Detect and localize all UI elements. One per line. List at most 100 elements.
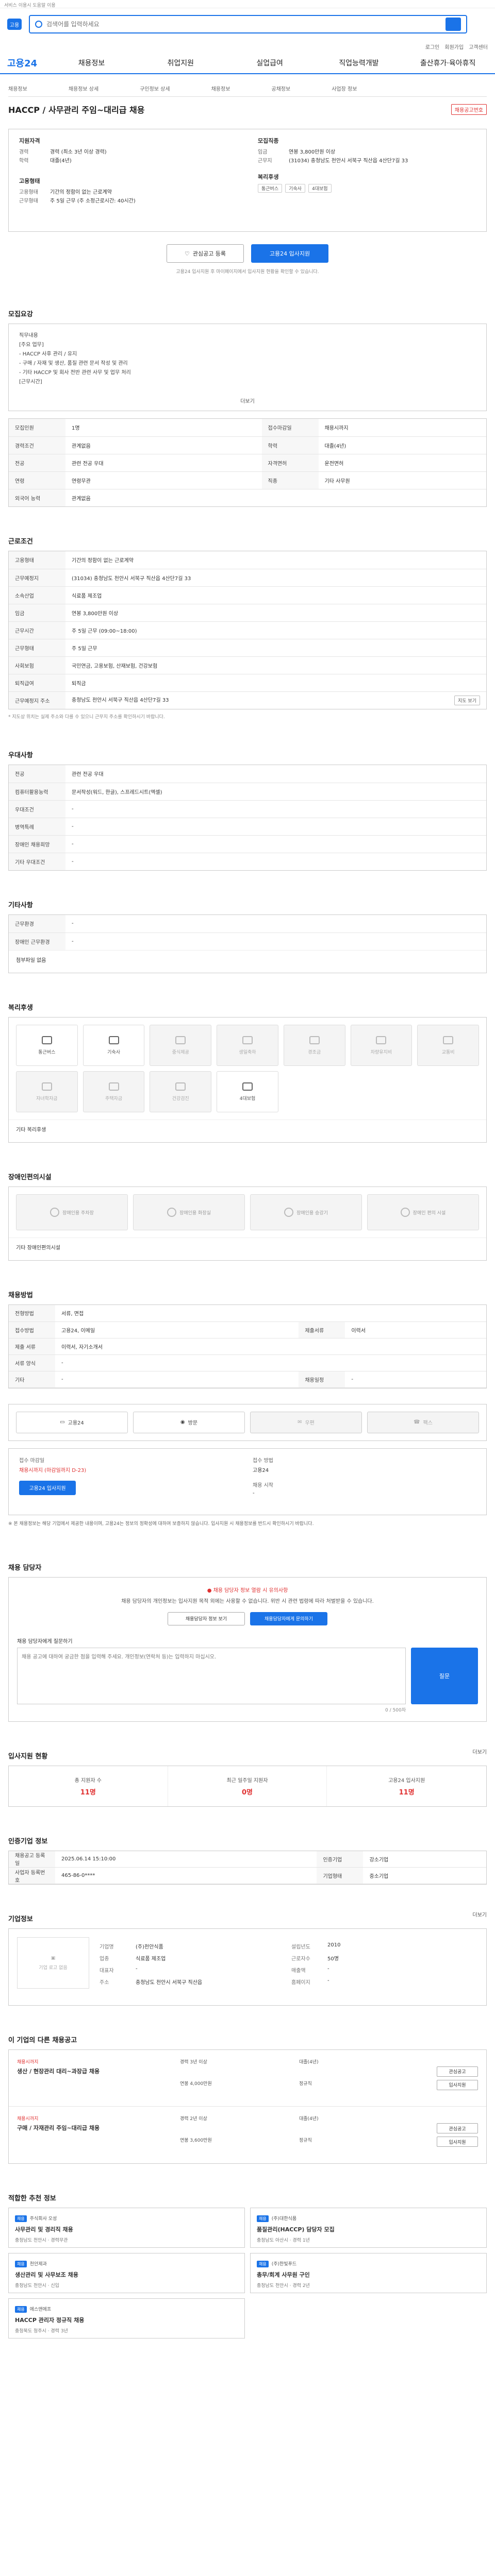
- gnb-item-training[interactable]: 직업능력개발: [319, 58, 399, 68]
- table-value: -: [55, 1371, 299, 1388]
- apply-button-bottom[interactable]: 고용24 입사지원: [19, 1480, 76, 1495]
- parking-icon: [50, 1208, 60, 1217]
- summary-value: 연봉 3,800만원 이상: [289, 149, 336, 155]
- rec-title[interactable]: 사무관리 및 경리직 채용: [15, 2225, 238, 2233]
- apply-info-box: 접수 마감일 채용시까지 (마감일까지 D-23) 고용24 입사지원 접수 방…: [8, 1448, 487, 1515]
- stats-more-link[interactable]: 더보기: [472, 1748, 487, 1755]
- search-submit-button[interactable]: [446, 18, 461, 31]
- stats-box: 총 지원자 수 11명 최근 일주일 지원자 0명 고용24 입사지원 11명: [8, 1765, 487, 1807]
- help-link[interactable]: 고객센터: [469, 43, 488, 50]
- stat-label: 총 지원자 수: [74, 1777, 102, 1784]
- recommend-card[interactable]: 채용 에스앤에프 HACCP 관리자 정규직 채용 충청북도 청주시 · 경력 3년: [8, 2298, 245, 2338]
- company-value: 식료품 제조업: [136, 1956, 166, 1962]
- table-value: -: [65, 915, 486, 933]
- map-button[interactable]: 지도 보기: [454, 695, 480, 705]
- breadcrumb-item[interactable]: 채용정보: [8, 84, 27, 92]
- gnb-item-support[interactable]: 취업지원: [141, 58, 221, 68]
- rec-tag: 채용: [257, 2261, 269, 2267]
- recommend-card[interactable]: 채용 주식회사 오성 사무관리 및 경리직 채용 충청남도 천안시 · 경력무관: [8, 2208, 245, 2248]
- table-key: 근무시간: [9, 621, 65, 639]
- contact-manager-button[interactable]: 채용담당자에게 문의하기: [250, 1612, 327, 1625]
- table-key: 근무예정지: [9, 569, 65, 587]
- stat-value: 11명: [399, 1788, 415, 1797]
- interest-button[interactable]: ♡ 관심공고 등록: [167, 244, 244, 263]
- summary-key: 근무지: [258, 158, 272, 164]
- qa-description: 채용 담당자의 개인정보는 입사지원 목적 외에는 사용할 수 없습니다. 위반…: [121, 1598, 374, 1604]
- deadline-value: 채용시까지 (마감일까지 D-23): [19, 1467, 87, 1473]
- rec-title[interactable]: 생산관리 및 사무보조 채용: [15, 2270, 238, 2279]
- welfare-label: 건강검진: [172, 1096, 189, 1101]
- disability-item: 장애인용 화장실: [133, 1194, 245, 1230]
- more-button[interactable]: 더보기: [9, 397, 486, 406]
- table-key: 접수마감일: [261, 419, 319, 437]
- send-question-button[interactable]: 질문: [411, 1647, 478, 1704]
- company-value: -: [327, 1978, 329, 1984]
- address-text: 충청남도 천안시 서북구 직산읍 4산단7길 33: [72, 697, 169, 703]
- rec-meta: 충청남도 천안시 · 경력무관: [15, 2238, 68, 2243]
- welfare-icon: [41, 1036, 52, 1044]
- rec-company: 천안제과: [29, 2262, 47, 2267]
- welfare-label: 4대보험: [239, 1096, 256, 1101]
- desc-line: - HACCP 사후 관리 / 유지: [19, 351, 77, 357]
- table-key: 우대조건: [9, 800, 65, 818]
- breadcrumb-item[interactable]: 채용정보 상세: [69, 84, 98, 92]
- pref-table: 전공 관련 전공 우대 컴퓨터활용능력 문서작성(워드, 한글), 스프레드시트(엑…: [8, 765, 487, 871]
- login-link[interactable]: 로그인: [425, 43, 440, 50]
- breadcrumb-item[interactable]: 구인정보 상세: [140, 84, 170, 92]
- job-title-link[interactable]: 생산 / 현장관리 대리~과장급 채용: [17, 2067, 172, 2075]
- notice-bar: 서비스 이용시 도움말 이용: [0, 0, 495, 8]
- rec-company: (주)한빛푸드: [271, 2262, 297, 2267]
- table-row: 채용공고 등록일 2025.06.14 15:10:00 인증기업 강소기업: [9, 1851, 486, 1868]
- restroom-icon: [167, 1208, 177, 1217]
- apply-method-visit[interactable]: ◉ 방문: [133, 1411, 245, 1433]
- list-item[interactable]: 채용시까지 생산 / 현장관리 대리~과장급 채용 경력 3년 이상 대졸(4년) 연…: [9, 2050, 486, 2107]
- table-value: 충청남도 천안시 서북구 직산읍 4산단7길 33 지도 보기: [65, 691, 486, 709]
- table-row: 근무환경 -: [9, 915, 486, 933]
- view-manager-button[interactable]: 채용담당자 정보 보기: [168, 1612, 245, 1625]
- apply-small-button[interactable]: 입사지원: [437, 2137, 478, 2147]
- job-title-link[interactable]: 구매 / 자재관리 주임~대리급 채용: [17, 2124, 172, 2132]
- apply-method-online[interactable]: ▭ 고용24: [16, 1411, 128, 1433]
- table-row: 근무시간 주 5일 근무 (09:00~18:00): [9, 621, 486, 639]
- section-title-recommend: 적합한 추천 정보: [8, 2195, 56, 2202]
- recommend-card[interactable]: 채용 (주)대한식품 품질관리(HACCP) 담당자 모집 충청남도 아산시 · 경력…: [250, 2208, 487, 2248]
- table-key: 전공: [9, 454, 65, 472]
- table-value: 465-86-0****: [55, 1867, 317, 1884]
- breadcrumb-item[interactable]: 사업장 정보: [332, 84, 357, 92]
- gnb-logo[interactable]: 고용24: [7, 56, 37, 70]
- rec-title[interactable]: HACCP 관리자 정규직 채용: [15, 2316, 238, 2324]
- welfare-box: 통근버스 기숙사 중식제공 생일축하 경조금 차량유지비 교통비 자녀학자금 주택자금 건강검진 4…: [8, 1017, 487, 1143]
- welfare-icon: [242, 1082, 253, 1091]
- search-input[interactable]: [46, 21, 446, 28]
- breadcrumb-item[interactable]: 채용정보: [211, 84, 230, 92]
- rec-title[interactable]: 품질관리(HACCP) 담당자 모집: [257, 2225, 480, 2233]
- table-value: 대졸(4년): [318, 436, 486, 454]
- gnb-item-benefit[interactable]: 실업급여: [230, 58, 310, 68]
- table-key: 기타: [9, 1371, 55, 1388]
- period-label: 접수 방법: [253, 1458, 273, 1464]
- apply-method-mail: ✉ 우편: [250, 1411, 362, 1433]
- section-title-welfare: 복리후생: [8, 1004, 33, 1012]
- breadcrumb-item[interactable]: 공채정보: [271, 84, 290, 92]
- question-textarea[interactable]: [17, 1647, 406, 1704]
- search-icon: [35, 21, 42, 28]
- interest-small-button[interactable]: 관심공고: [437, 2066, 478, 2077]
- company-more-link[interactable]: 더보기: [472, 1910, 487, 1918]
- site-logo[interactable]: 고용: [7, 19, 22, 30]
- rec-tag: 채용: [15, 2261, 27, 2267]
- list-item[interactable]: 채용시까지 구매 / 자재관리 주임~대리급 채용 경력 2년 이상 대졸(4년) 연…: [9, 2107, 486, 2163]
- join-link[interactable]: 회원가입: [444, 43, 464, 50]
- recommend-card[interactable]: 채용 (주)한빛푸드 총무/회계 사무원 구인 충청남도 천안시 · 경력 2년: [250, 2253, 487, 2293]
- apply-small-button[interactable]: 입사지원: [437, 2079, 478, 2090]
- gnb-item-jobs[interactable]: 채용정보: [52, 58, 131, 68]
- table-key: 퇴직급여: [9, 674, 65, 692]
- gnb-item-leave[interactable]: 출산휴가·육아휴직: [408, 58, 488, 68]
- rec-title[interactable]: 총무/회계 사무원 구인: [257, 2270, 480, 2279]
- welfare-icon: [175, 1082, 186, 1091]
- apply-button[interactable]: 고용24 입사지원: [251, 244, 328, 263]
- qa-warning: ● 채용 담당자 정보 열람 시 유의사항: [17, 1586, 478, 1594]
- interest-small-button[interactable]: 관심공고: [437, 2123, 478, 2133]
- wheelchair-icon: [400, 1208, 410, 1217]
- table-row: 고용형태 기간의 정함이 없는 근로계약: [9, 551, 486, 569]
- recommend-card[interactable]: 채용 천안제과 생산관리 및 사무보조 채용 충청남도 천안시 · 신입: [8, 2253, 245, 2293]
